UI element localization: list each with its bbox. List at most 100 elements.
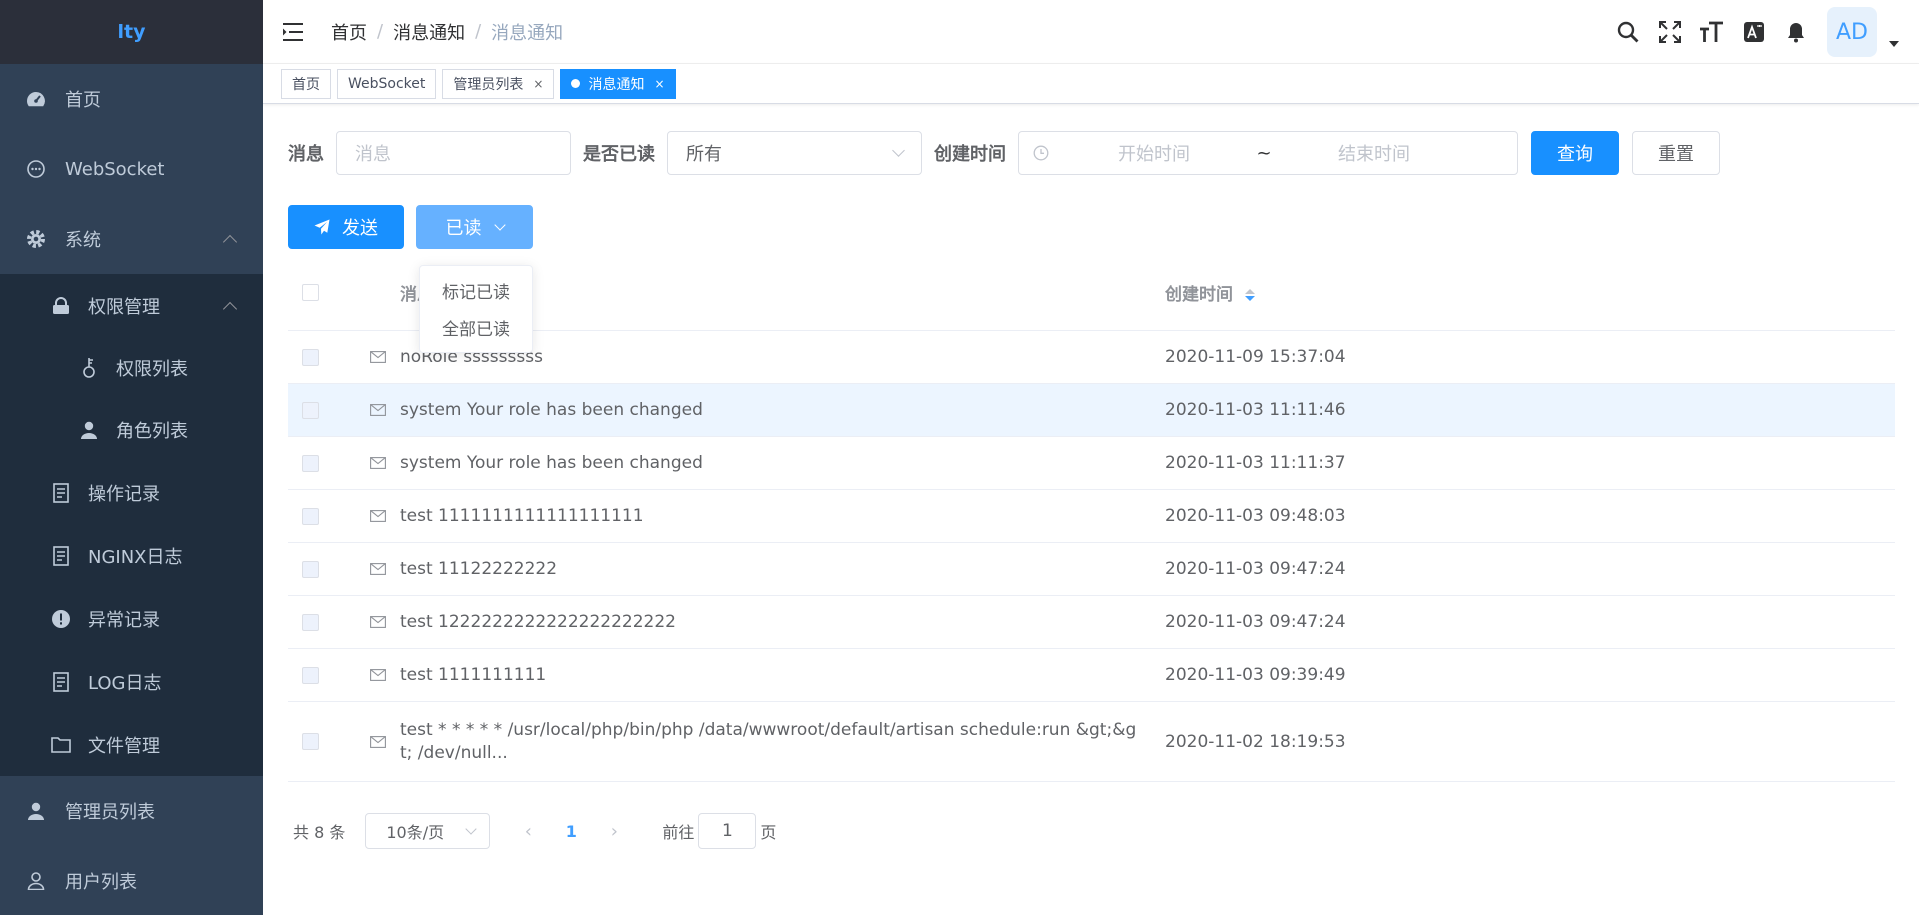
sidebar-item-label: 权限管理 — [88, 296, 160, 318]
sidebar-item-label: 文件管理 — [88, 735, 160, 757]
mail-icon — [370, 735, 386, 748]
message-text: system Your role has been changed — [400, 400, 703, 420]
breadcrumb-item[interactable]: 首页 — [331, 19, 367, 45]
mark-read-option[interactable]: 标记已读 — [420, 272, 532, 309]
row-checkbox[interactable] — [302, 666, 319, 684]
table-row[interactable]: test 1111111111111111111 2020-11-03 09:48… — [288, 490, 1895, 543]
created-time-text: 2020-11-09 15:37:04 — [1165, 347, 1346, 367]
range-separator: ~ — [1256, 142, 1272, 164]
tags-view: 首页 WebSocket 管理员列表 × 消息通知 × — [263, 64, 1919, 104]
message-text: test 1111111111111111111 — [400, 506, 644, 526]
document-icon — [50, 545, 72, 567]
tag-admin-list[interactable]: 管理员列表 × — [442, 68, 555, 99]
bell-icon[interactable] — [1775, 11, 1817, 53]
table-body: noRole sssssssss 2020-11-09 15:37:04 syste… — [288, 331, 1895, 782]
font-size-icon[interactable] — [1691, 11, 1733, 53]
sidebar-item-admin-list[interactable]: 管理员列表 — [0, 776, 263, 846]
search-icon[interactable] — [1607, 11, 1649, 53]
sidebar-item-file-management[interactable]: 文件管理 — [0, 713, 263, 776]
tag-home[interactable]: 首页 — [281, 68, 331, 99]
app-logo[interactable]: lty — [0, 0, 263, 64]
read-status-value: 所有 — [686, 144, 722, 165]
sidebar: lty 首页 WebSocket 系统 权限管理 权限列表 角色列表 操作记录 … — [0, 0, 263, 915]
table-row[interactable]: test * * * * * /usr/local/php/bin/php /d… — [288, 702, 1895, 782]
sidebar-item-label: 角色列表 — [116, 421, 188, 442]
sidebar-item-nginx-log[interactable]: NGINX日志 — [0, 524, 263, 587]
prev-page-button[interactable]: ‹ — [510, 813, 546, 849]
sidebar-item-permission-list[interactable]: 权限列表 — [0, 337, 263, 399]
clock-icon — [1033, 145, 1049, 161]
table-row[interactable]: system Your role has been changed 2020-11… — [288, 437, 1895, 490]
close-icon[interactable]: × — [654, 77, 664, 91]
end-time-input[interactable]: 结束时间 — [1299, 140, 1449, 166]
sort-icon[interactable] — [1244, 288, 1255, 301]
header-right-menu: AD — [1607, 0, 1899, 64]
sidebar-item-permission-management[interactable]: 权限管理 — [0, 274, 263, 337]
table-row[interactable]: test 11122222222 2020-11-03 09:47:24 — [288, 543, 1895, 596]
tag-label: 管理员列表 — [453, 76, 524, 93]
sidebar-item-websocket[interactable]: WebSocket — [0, 134, 263, 204]
created-time-text: 2020-11-03 11:11:46 — [1165, 400, 1346, 420]
query-button[interactable]: 查询 — [1531, 131, 1619, 175]
tag-message-notification[interactable]: 消息通知 × — [560, 68, 676, 99]
sidebar-item-label: 操作记录 — [88, 483, 160, 505]
reset-button[interactable]: 重置 — [1632, 131, 1720, 175]
close-icon[interactable]: × — [533, 77, 543, 91]
sidebar-item-label: 管理员列表 — [65, 802, 155, 823]
sidebar-item-exception-log[interactable]: 异常记录 — [0, 587, 263, 650]
gear-icon — [25, 228, 47, 250]
page-size-select[interactable]: 10条/页 — [365, 813, 491, 849]
translate-icon[interactable] — [1733, 11, 1775, 53]
sidebar-item-system[interactable]: 系统 — [0, 204, 263, 274]
breadcrumb-item[interactable]: 消息通知 — [393, 19, 465, 45]
read-dropdown-menu: 标记已读 全部已读 — [419, 265, 533, 353]
created-time-column-header[interactable]: 创建时间 — [1165, 280, 1895, 305]
tag-websocket[interactable]: WebSocket — [337, 68, 437, 99]
send-label: 发送 — [342, 218, 378, 239]
caret-down-icon[interactable] — [1889, 41, 1899, 47]
table-row[interactable]: test 1222222222222222222222 2020-11-03 09… — [288, 596, 1895, 649]
page-jumper: 前往 页 — [662, 813, 776, 849]
main-content: 消息 消息 是否已读 所有 创建时间 开始时间 ~ 结束时间 查询 重置 发送 … — [263, 104, 1919, 915]
user-icon — [25, 800, 47, 822]
breadcrumb-separator: / — [377, 21, 384, 42]
chevron-down-icon — [493, 218, 506, 231]
sidebar-item-role-list[interactable]: 角色列表 — [0, 399, 263, 461]
created-time-text: 2020-11-03 09:48:03 — [1165, 506, 1346, 526]
avatar[interactable]: AD — [1827, 7, 1877, 57]
row-checkbox[interactable] — [302, 733, 319, 750]
breadcrumb: 首页 / 消息通知 / 消息通知 — [331, 19, 563, 45]
sidebar-item-user-list[interactable]: 用户列表 — [0, 846, 263, 915]
select-all-checkbox[interactable] — [302, 283, 319, 301]
send-button[interactable]: 发送 — [288, 205, 404, 249]
read-status-select[interactable]: 所有 — [667, 131, 922, 175]
start-time-input[interactable]: 开始时间 — [1079, 140, 1229, 166]
page-number-current[interactable]: 1 — [546, 822, 596, 841]
fullscreen-icon[interactable] — [1649, 11, 1691, 53]
message-text: test 1111111111 — [400, 665, 547, 685]
chat-icon — [25, 158, 47, 180]
date-range-picker[interactable]: 开始时间 ~ 结束时间 — [1018, 131, 1518, 175]
row-checkbox[interactable] — [302, 613, 319, 631]
sidebar-item-label: 异常记录 — [88, 609, 160, 631]
hamburger-menu-icon[interactable] — [263, 0, 323, 64]
row-checkbox[interactable] — [302, 454, 319, 472]
sidebar-item-operation-log[interactable]: 操作记录 — [0, 461, 263, 524]
table-row[interactable]: system Your role has been changed 2020-11… — [288, 384, 1895, 437]
sidebar-item-label: WebSocket — [65, 158, 165, 180]
table-row[interactable]: test 1111111111 2020-11-03 09:39:49 — [288, 649, 1895, 702]
row-checkbox[interactable] — [302, 401, 319, 419]
sidebar-item-log[interactable]: LOG日志 — [0, 650, 263, 713]
row-checkbox[interactable] — [302, 348, 319, 366]
goto-page-input[interactable] — [698, 813, 757, 849]
row-checkbox[interactable] — [302, 560, 319, 578]
sidebar-item-home[interactable]: 首页 — [0, 64, 263, 134]
message-text: test 11122222222 — [400, 559, 558, 579]
lock-icon — [50, 295, 72, 317]
message-search-input[interactable]: 消息 — [336, 131, 571, 175]
row-checkbox[interactable] — [302, 507, 319, 525]
next-page-button[interactable]: › — [596, 813, 632, 849]
mark-all-read-option[interactable]: 全部已读 — [420, 309, 532, 346]
read-dropdown-button[interactable]: 已读 — [416, 205, 533, 249]
document-icon — [50, 482, 72, 504]
